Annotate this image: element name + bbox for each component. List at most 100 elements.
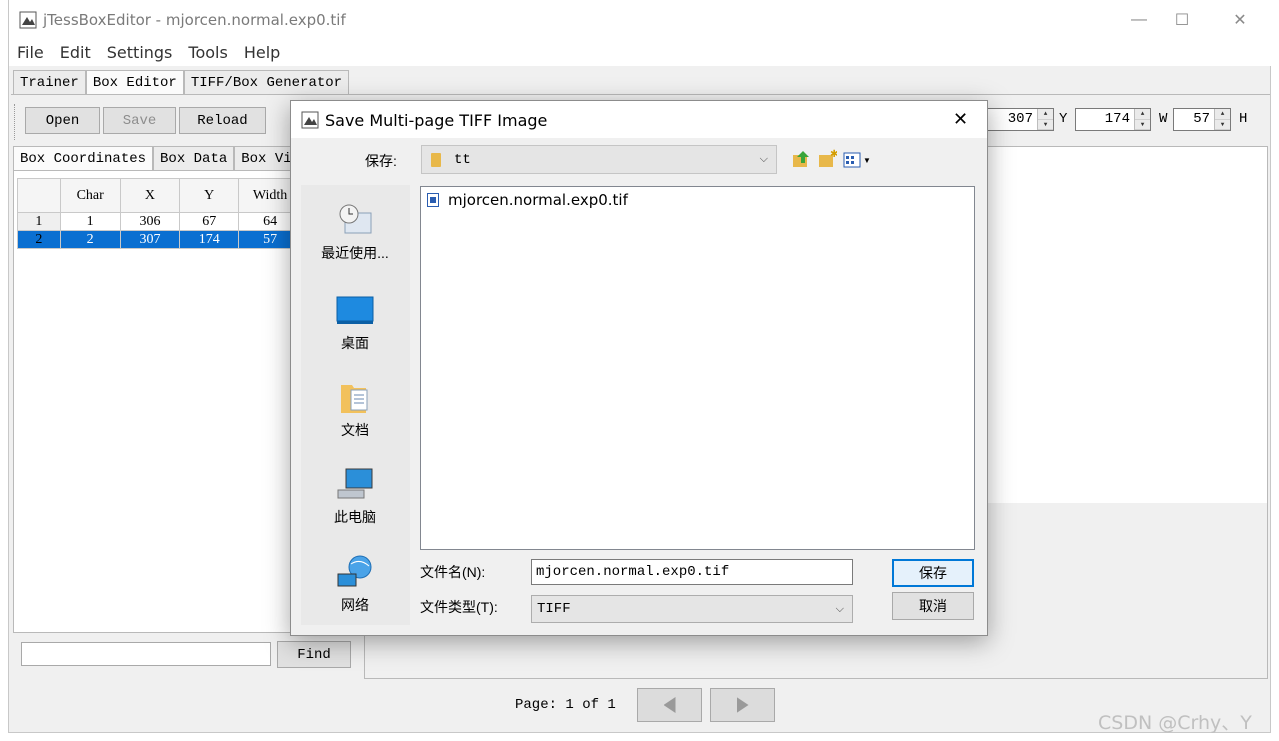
reload-button[interactable]: Reload [179, 107, 266, 134]
place-desktop[interactable]: 桌面 [303, 291, 407, 353]
toolbar-grip [14, 104, 17, 140]
filetype-label: 文件类型(T): [420, 599, 498, 615]
new-folder-icon[interactable]: ✱ [817, 149, 838, 169]
menu-tools[interactable]: Tools [188, 43, 227, 62]
column-header-char[interactable]: Char [59, 178, 121, 213]
x-value[interactable]: 307 [985, 109, 1037, 130]
row-number[interactable]: 2 [17, 230, 61, 249]
up-folder-icon[interactable] [791, 149, 811, 169]
menu-settings[interactable]: Settings [107, 43, 173, 62]
spin-up-icon[interactable]: ▲ [1215, 109, 1230, 120]
place-label: 网络 [341, 597, 369, 613]
cell-char[interactable]: 2 [59, 230, 121, 249]
tab-box-editor[interactable]: Box Editor [85, 70, 184, 94]
save-button[interactable]: Save [103, 107, 176, 134]
w-label: W [1159, 111, 1168, 127]
cell-char[interactable]: 1 [59, 212, 121, 231]
filename-label: 文件名(N): [420, 564, 486, 580]
chevron-down-icon: ⌵ [759, 153, 768, 165]
watermark: CSDN @Crhy、Y [1098, 712, 1252, 734]
menu-file[interactable]: File [17, 43, 44, 62]
table-row[interactable]: 1 1 306 67 64 [17, 212, 302, 231]
maximize-icon[interactable]: ☐ [1159, 6, 1205, 34]
dialog-title-bar: Save Multi-page TIFF Image ✕ [291, 101, 987, 138]
cell-x[interactable]: 307 [119, 230, 181, 249]
prev-page-button[interactable] [637, 688, 702, 722]
h-label: H [1239, 111, 1248, 127]
save-in-select[interactable]: tt ⌵ [421, 145, 777, 174]
filetype-value: TIFF [537, 601, 571, 617]
find-button[interactable]: Find [277, 641, 351, 668]
window-title: jTessBoxEditor - mjorcen.normal.exp0.tif [43, 11, 346, 29]
cell-y[interactable]: 174 [179, 230, 240, 249]
tiff-file-icon [427, 193, 439, 207]
file-name: mjorcen.normal.exp0.tif [448, 191, 628, 209]
file-list[interactable]: mjorcen.normal.exp0.tif [420, 186, 975, 550]
place-label: 文档 [341, 422, 369, 438]
tab-box-coordinates[interactable]: Box Coordinates [13, 146, 154, 170]
tab-box-data[interactable]: Box Data [153, 146, 235, 170]
find-input[interactable] [21, 642, 271, 666]
menu-bar: File Edit Settings Tools Help [9, 38, 1272, 66]
table-header-row: Char X Y Width [17, 178, 302, 213]
dialog-app-icon [301, 111, 319, 129]
recent-icon [335, 201, 375, 239]
x-spinner[interactable]: 307 ▲ ▼ [984, 108, 1054, 131]
desktop-icon [335, 291, 375, 329]
menu-help[interactable]: Help [244, 43, 280, 62]
spin-down-icon[interactable]: ▼ [1038, 119, 1053, 130]
place-this-pc[interactable]: 此电脑 [303, 465, 407, 527]
next-page-icon [736, 697, 749, 713]
filetype-select[interactable]: TIFF ⌵ [531, 595, 853, 623]
cell-x[interactable]: 306 [119, 212, 181, 231]
minimize-icon[interactable]: — [1116, 6, 1162, 34]
box-subtabs: Box Coordinates Box Data Box Vie [13, 146, 308, 170]
w-spinner[interactable]: 57 ▲ ▼ [1173, 108, 1231, 131]
column-header-x[interactable]: X [119, 178, 181, 213]
dialog-cancel-button[interactable]: 取消 [892, 592, 974, 620]
place-documents[interactable]: 文档 [303, 378, 407, 440]
title-bar: jTessBoxEditor - mjorcen.normal.exp0.tif… [9, 0, 1272, 38]
column-header-row-number[interactable] [17, 178, 61, 213]
filename-input[interactable]: mjorcen.normal.exp0.tif [531, 559, 853, 585]
dialog-close-icon[interactable]: ✕ [953, 109, 968, 130]
menu-edit[interactable]: Edit [60, 43, 91, 62]
w-value[interactable]: 57 [1174, 109, 1214, 130]
row-number[interactable]: 1 [17, 212, 61, 231]
place-recent[interactable]: 最近使用... [303, 201, 407, 263]
app-icon [19, 11, 37, 29]
save-in-label: 保存: [365, 153, 397, 169]
place-label: 最近使用... [321, 245, 389, 261]
main-tabs: Trainer Box Editor TIFF/Box Generator [13, 70, 350, 94]
tab-divider [11, 94, 1270, 95]
y-value[interactable]: 174 [1076, 109, 1134, 130]
column-header-y[interactable]: Y [179, 178, 240, 213]
place-label: 桌面 [341, 335, 369, 351]
y-spinner[interactable]: 174 ▲ ▼ [1075, 108, 1151, 131]
dialog-title: Save Multi-page TIFF Image [325, 111, 548, 130]
table-row-selected[interactable]: 2 2 307 174 57 [17, 230, 302, 249]
folder-icon [431, 152, 441, 167]
y-label: Y [1059, 111, 1068, 127]
page-indicator: Page: 1 of 1 [515, 697, 616, 713]
spin-down-icon[interactable]: ▼ [1215, 119, 1230, 130]
open-button[interactable]: Open [25, 107, 100, 134]
next-page-button[interactable] [710, 688, 775, 722]
tab-tiff-box-generator[interactable]: TIFF/Box Generator [183, 70, 350, 94]
network-icon [335, 553, 375, 591]
close-icon[interactable]: ✕ [1217, 6, 1263, 34]
place-network[interactable]: 网络 [303, 553, 407, 615]
box-coordinates-table: Char X Y Width 1 1 306 67 64 2 2 307 174… [17, 178, 302, 249]
previous-page-icon [663, 697, 676, 713]
place-label: 此电脑 [334, 509, 376, 525]
spin-up-icon[interactable]: ▲ [1038, 109, 1053, 120]
spin-up-icon[interactable]: ▲ [1135, 109, 1150, 120]
svg-text:✱: ✱ [830, 149, 837, 160]
tab-trainer[interactable]: Trainer [13, 70, 86, 94]
dialog-save-button[interactable]: 保存 [892, 559, 974, 587]
file-list-item[interactable]: mjorcen.normal.exp0.tif [427, 191, 628, 209]
view-menu-icon[interactable]: ▼ [843, 151, 871, 169]
chevron-down-icon: ⌵ [835, 602, 844, 615]
spin-down-icon[interactable]: ▼ [1135, 119, 1150, 130]
cell-y[interactable]: 67 [179, 212, 240, 231]
